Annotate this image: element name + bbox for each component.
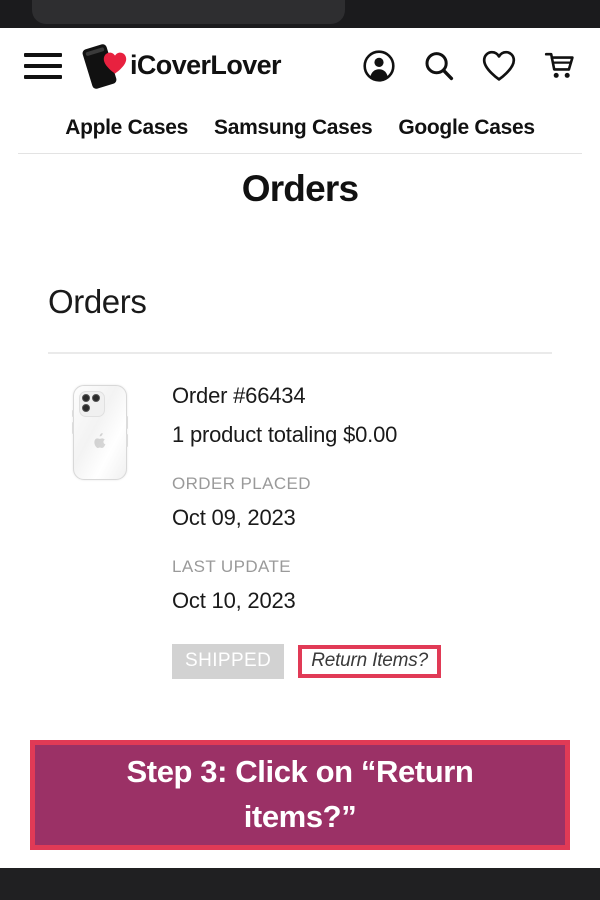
page-title: Orders bbox=[241, 168, 359, 209]
site-header: iCoverLover bbox=[0, 28, 600, 103]
apple-logo-icon bbox=[94, 433, 107, 448]
hamburger-menu-icon[interactable] bbox=[24, 52, 62, 79]
last-update-value: Oct 10, 2023 bbox=[172, 588, 296, 613]
camera-lens bbox=[92, 394, 100, 402]
browser-top-bar bbox=[0, 0, 600, 28]
hamburger-bar bbox=[24, 63, 62, 68]
hamburger-bar bbox=[24, 52, 62, 57]
nav-link-samsung-cases[interactable]: Samsung Cases bbox=[214, 116, 373, 140]
order-status-row: SHIPPED Return Items? bbox=[172, 644, 552, 679]
order-thumbnail[interactable] bbox=[48, 383, 152, 679]
search-icon[interactable] bbox=[422, 49, 456, 83]
camera-lens bbox=[82, 404, 90, 412]
instruction-callout: Step 3: Click on “Return items?” bbox=[30, 740, 570, 850]
account-icon[interactable] bbox=[362, 49, 396, 83]
order-number: Order #66434 bbox=[172, 383, 306, 408]
order-details: Order #66434 1 product totaling $0.00 OR… bbox=[152, 383, 552, 679]
wishlist-heart-icon[interactable] bbox=[482, 49, 516, 83]
category-nav: Apple Cases Samsung Cases Google Cases bbox=[0, 103, 600, 153]
nav-link-google-cases[interactable]: Google Cases bbox=[398, 116, 535, 140]
return-items-highlight[interactable]: Return Items? bbox=[298, 645, 441, 678]
order-summary: 1 product totaling $0.00 bbox=[172, 422, 398, 447]
side-button bbox=[126, 434, 128, 447]
side-button bbox=[72, 410, 74, 417]
order-placed-label: ORDER PLACED bbox=[172, 474, 311, 493]
side-button bbox=[72, 422, 74, 434]
order-placed-value: Oct 09, 2023 bbox=[172, 505, 296, 530]
site-logo[interactable]: iCoverLover bbox=[81, 42, 282, 90]
order-card: Order #66434 1 product totaling $0.00 OR… bbox=[48, 383, 552, 679]
last-update-label: LAST UPDATE bbox=[172, 557, 292, 576]
header-icon-group bbox=[362, 49, 576, 83]
status-badge: SHIPPED bbox=[172, 644, 285, 679]
clear-iphone-case-thumbnail bbox=[72, 385, 128, 480]
camera-module bbox=[79, 391, 105, 417]
section-divider bbox=[48, 352, 552, 354]
return-items-link[interactable]: Return Items? bbox=[311, 650, 428, 671]
hamburger-bar bbox=[24, 74, 62, 79]
heart-shape bbox=[103, 52, 127, 74]
side-button bbox=[126, 416, 128, 429]
camera-lens bbox=[82, 394, 90, 402]
logo-wordmark: iCoverLover bbox=[130, 50, 282, 80]
nav-divider bbox=[18, 153, 582, 154]
nav-link-apple-cases[interactable]: Apple Cases bbox=[65, 116, 188, 140]
instruction-text: Step 3: Click on “Return items?” bbox=[126, 754, 474, 834]
phone-with-heart-icon bbox=[81, 42, 132, 90]
section-heading-orders: Orders bbox=[48, 283, 147, 320]
browser-bottom-bar bbox=[0, 868, 600, 900]
browser-tab-pill bbox=[32, 0, 345, 24]
shopping-cart-icon[interactable] bbox=[542, 49, 576, 83]
